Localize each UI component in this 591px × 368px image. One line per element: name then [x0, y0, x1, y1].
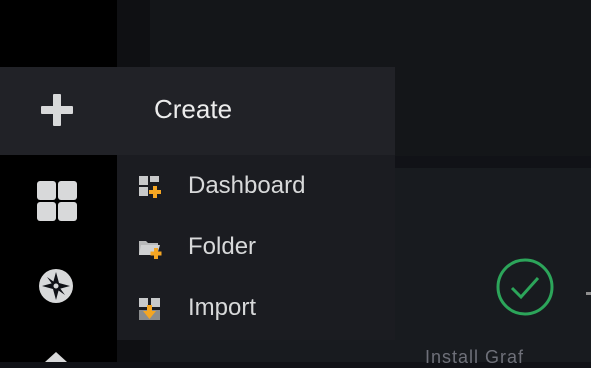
menu-item-import[interactable]: Import — [117, 279, 395, 337]
create-menu-title: Create — [154, 94, 233, 124]
dashboards-grid-icon[interactable] — [36, 180, 78, 222]
check-circle-icon — [496, 258, 554, 316]
menu-item-folder[interactable]: Folder — [117, 218, 395, 276]
menu-item-label: Folder — [188, 233, 257, 260]
menu-item-dashboard[interactable]: Dashboard — [117, 157, 395, 215]
plus-icon[interactable] — [37, 90, 77, 130]
dashboard-add-icon — [139, 176, 161, 198]
import-icon — [139, 298, 160, 320]
menu-item-label: Dashboard — [188, 172, 306, 199]
folder-add-icon — [139, 241, 162, 259]
partial-element — [586, 292, 591, 295]
explore-compass-icon[interactable] — [38, 268, 74, 304]
menu-item-label: Import — [188, 294, 257, 321]
caret-up-icon[interactable] — [45, 352, 67, 362]
install-text: Install Graf — [425, 347, 525, 367]
